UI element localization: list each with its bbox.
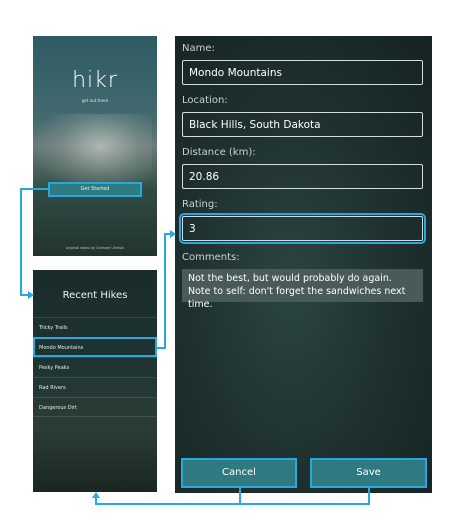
rating-field[interactable]: 3 bbox=[179, 213, 426, 244]
name-field[interactable]: Mondo Mountains bbox=[182, 60, 423, 85]
arrow-right-icon bbox=[170, 230, 176, 238]
get-started-button[interactable]: Get Started bbox=[48, 182, 142, 197]
connector-line bbox=[95, 497, 97, 505]
list-item[interactable]: Pesky Peaks bbox=[33, 357, 157, 377]
hike-list: Tricky Trails Mondo Mountains Pesky Peak… bbox=[33, 317, 157, 417]
hike-detail-screen: Name: Mondo Mountains Location: Black Hi… bbox=[175, 36, 432, 493]
connector-line bbox=[164, 233, 166, 349]
app-title: hikr bbox=[72, 68, 118, 93]
list-item[interactable]: Tricky Trails bbox=[33, 317, 157, 337]
list-item[interactable]: Dangerous Dirt bbox=[33, 397, 157, 417]
list-item[interactable]: Rad Rivers bbox=[33, 377, 157, 397]
rating-label: Rating: bbox=[182, 199, 218, 210]
comments-field[interactable]: Not the best, but would probably do agai… bbox=[182, 269, 423, 310]
distance-field[interactable]: 20.86 bbox=[182, 164, 423, 189]
location-field[interactable]: Black Hills, South Dakota bbox=[182, 112, 423, 137]
splash-screen: hikr get out there Get Started original … bbox=[33, 36, 157, 256]
arrow-up-icon bbox=[92, 492, 100, 498]
video-credit: original video by Graham Uhelski bbox=[65, 246, 125, 250]
cancel-button[interactable]: Cancel bbox=[181, 458, 297, 488]
distance-label: Distance (km): bbox=[182, 147, 256, 158]
name-label: Name: bbox=[182, 43, 215, 54]
save-button[interactable]: Save bbox=[310, 458, 427, 488]
mountain-image bbox=[38, 114, 152, 194]
connector-line bbox=[20, 188, 50, 190]
recent-hikes-screen: Recent Hikes Tricky Trails Mondo Mountai… bbox=[33, 270, 157, 492]
list-title: Recent Hikes bbox=[62, 290, 128, 301]
connector-line bbox=[95, 503, 370, 505]
connector-line bbox=[20, 188, 22, 296]
location-label: Location: bbox=[182, 95, 228, 106]
comments-label: Comments: bbox=[182, 252, 240, 263]
app-tagline: get out there bbox=[81, 98, 109, 103]
list-item-selected[interactable]: Mondo Mountains bbox=[33, 337, 157, 357]
arrow-right-icon bbox=[28, 291, 34, 299]
